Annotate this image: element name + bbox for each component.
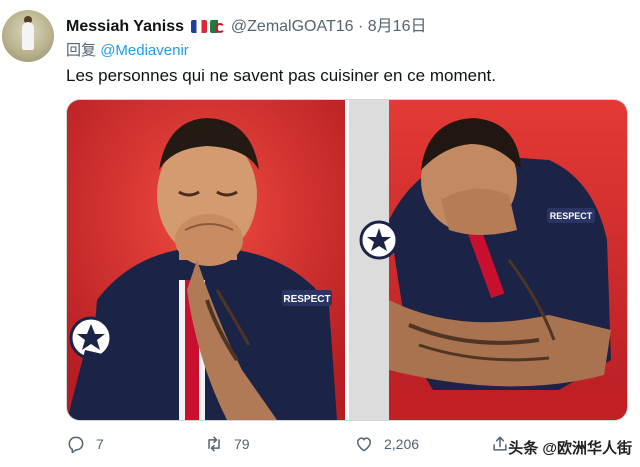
tweet-card: Messiah Yaniss @ZemalGOAT16 · 8月16日 回复 @…: [0, 0, 640, 467]
retweet-icon: [208, 436, 220, 452]
photo-right-illustration: RESPECT: [349, 100, 627, 420]
reply-count: 7: [96, 436, 104, 452]
author-name[interactable]: Messiah Yaniss: [66, 18, 184, 35]
tweet-text: Les personnes qui ne savent pas cuisiner…: [66, 66, 496, 85]
retweet-count: 79: [234, 436, 250, 452]
retweet-action[interactable]: 79: [204, 434, 250, 454]
like-action[interactable]: 2,206: [354, 434, 419, 454]
author-handle[interactable]: @ZemalGOAT16: [231, 18, 354, 35]
reply-prefix: 回复: [66, 42, 97, 59]
avatar-figure-body: [22, 22, 34, 50]
crying-player-photo-right[interactable]: RESPECT: [349, 100, 627, 420]
reply-icon: [68, 436, 84, 454]
reply-context: 回复 @Mediavenir: [66, 39, 189, 60]
reply-mention-link[interactable]: @Mediavenir: [100, 42, 189, 59]
header-separator: ·: [358, 18, 364, 35]
respect-patch-left: RESPECT: [283, 294, 330, 305]
respect-patch-right: RESPECT: [550, 211, 593, 221]
crying-player-photo-left[interactable]: RESPECT: [67, 100, 345, 420]
watermark: 头条 @欧洲华人街: [508, 440, 632, 457]
tweet-header: Messiah Yaniss @ZemalGOAT16 · 8月16日: [66, 12, 426, 36]
reply-action[interactable]: 7: [66, 434, 104, 454]
share-icon: [493, 436, 507, 451]
avatar[interactable]: [2, 10, 54, 62]
like-count: 2,206: [384, 436, 420, 452]
photo-left-illustration: RESPECT: [67, 100, 345, 420]
algeria-flag-icon: [210, 20, 227, 33]
france-flag-icon: [191, 20, 208, 33]
tweet-date[interactable]: 8月16日: [368, 18, 427, 35]
heart-icon: [357, 437, 371, 452]
tweet-media-grid: RESPECT RESPECT: [66, 99, 628, 421]
share-action[interactable]: [490, 434, 510, 454]
